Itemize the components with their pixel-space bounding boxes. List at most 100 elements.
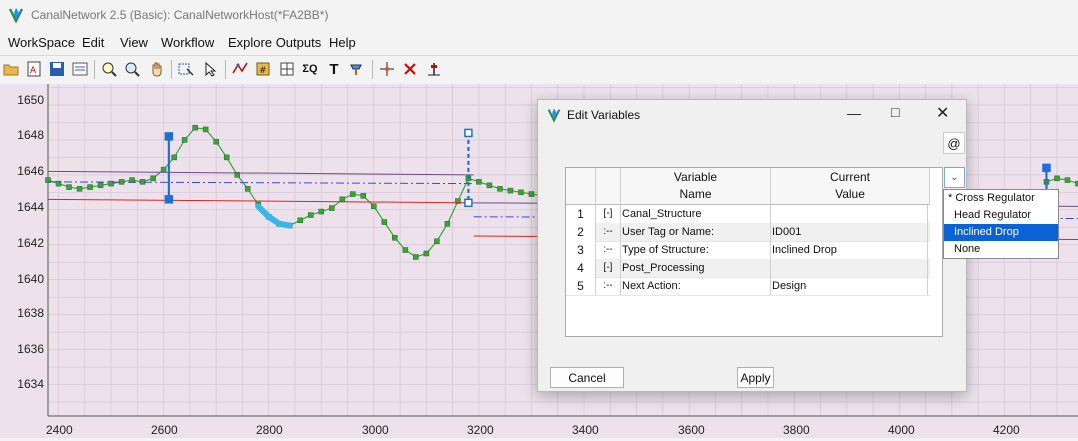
title-bar: CanalNetwork 2.5 (Basic): CanalNetworkHo… [0, 0, 1078, 31]
data-point [476, 179, 481, 184]
data-point [392, 235, 397, 240]
variable-value[interactable]: Design [772, 277, 928, 295]
data-point [308, 213, 313, 218]
column-header-current-value[interactable]: Current Value [771, 168, 930, 205]
variable-name: User Tag or Name: [622, 223, 771, 241]
data-point [382, 220, 387, 225]
new-doc-icon[interactable]: A [24, 59, 44, 79]
data-point [434, 239, 439, 244]
tree-toggle[interactable]: [-] [596, 205, 621, 223]
sigma-icon[interactable]: ΣQ [300, 59, 320, 79]
menu-explore-outputs[interactable]: Explore Outputs [228, 35, 321, 50]
pointer-icon[interactable] [200, 59, 220, 79]
data-point [224, 155, 229, 160]
x-tick-label: 2600 [151, 423, 178, 437]
dropdown-option[interactable]: Head Regulator [944, 207, 1058, 224]
data-point [319, 209, 324, 214]
data-point [329, 206, 334, 211]
dropdown-option-selected[interactable]: Inclined Drop [944, 224, 1058, 241]
menu-workspace[interactable]: WorkSpace [8, 35, 75, 50]
dropdown-option[interactable]: * Cross Regulator [944, 190, 1058, 207]
toolbar-separator [94, 60, 95, 79]
data-point [67, 185, 72, 190]
crosshair-icon[interactable] [377, 59, 397, 79]
app-logo-icon [546, 107, 562, 123]
data-point [371, 204, 376, 209]
delete-point-icon[interactable] [400, 59, 420, 79]
close-icon[interactable]: ✕ [936, 103, 949, 123]
edit-profile-icon[interactable] [230, 59, 250, 79]
x-tick-label: 3600 [678, 423, 705, 437]
data-point [340, 197, 345, 202]
x-tick-label: 2800 [256, 423, 283, 437]
maximize-icon[interactable]: □ [891, 104, 899, 120]
y-tick-label: 1640 [10, 272, 44, 286]
toolbar-separator [372, 60, 373, 79]
properties-icon[interactable] [70, 59, 90, 79]
pan-hand-icon[interactable] [147, 59, 167, 79]
variable-value[interactable] [772, 259, 928, 277]
structure-type-dropdown[interactable]: * Cross Regulator Head Regulator Incline… [943, 189, 1059, 259]
data-point [413, 254, 418, 259]
menu-bar: WorkSpace Edit View Workflow Explore Out… [0, 31, 1078, 53]
zoom-icon[interactable] [122, 59, 142, 79]
marker-icon[interactable] [424, 59, 444, 79]
row-number: 3 [566, 241, 596, 259]
y-tick-label: 1636 [10, 342, 44, 356]
header-text: Name [621, 186, 770, 203]
y-tick-label: 1642 [10, 236, 44, 250]
table-row[interactable]: 2 :-- User Tag or Name: ID001 [566, 223, 930, 242]
data-point [182, 137, 187, 142]
table-row[interactable]: 4 [-] Post_Processing [566, 259, 930, 278]
y-tick-label: 1648 [10, 128, 44, 142]
tree-branch: :-- [596, 241, 621, 259]
at-button[interactable]: @ [943, 132, 965, 154]
menu-help[interactable]: Help [329, 35, 356, 50]
x-tick-label: 3200 [467, 423, 494, 437]
dropdown-option[interactable]: None [944, 241, 1058, 258]
cancel-button[interactable]: Cancel [550, 367, 624, 388]
table-row[interactable]: 1 [-] Canal_Structure [566, 205, 930, 224]
data-point [1065, 178, 1070, 183]
minimize-icon[interactable]: — [847, 105, 861, 121]
svg-text:#: # [259, 66, 267, 76]
grid-icon[interactable] [277, 59, 297, 79]
dropdown-toggle[interactable]: ⌄ [944, 167, 965, 188]
variable-value[interactable] [772, 205, 928, 223]
toolbar: A # ΣQ T [0, 55, 1078, 84]
y-tick-label: 1650 [10, 93, 44, 107]
variable-name: Type of Structure: [622, 241, 771, 259]
chevron-down-icon: ⌄ [950, 172, 958, 183]
table-row[interactable]: 5 :-- Next Action: Design [566, 277, 930, 296]
text-icon[interactable]: T [324, 59, 344, 79]
variable-name: Post_Processing [622, 259, 771, 277]
data-point [518, 190, 523, 195]
select-icon[interactable] [176, 59, 196, 79]
y-tick-label: 1634 [10, 377, 44, 391]
variable-value[interactable]: Inclined Drop [772, 241, 928, 259]
apply-button[interactable]: Apply [737, 367, 774, 388]
zoom-in-icon[interactable] [99, 59, 119, 79]
paint-icon[interactable] [347, 59, 367, 79]
svg-text:A: A [30, 66, 37, 76]
column-header-variable-name[interactable]: Variable Name [621, 168, 771, 205]
variable-value[interactable]: ID001 [772, 223, 928, 241]
save-icon[interactable] [47, 59, 67, 79]
menu-edit[interactable]: Edit [82, 35, 104, 50]
x-tick-label: 3800 [783, 423, 810, 437]
calculate-icon[interactable]: # [253, 59, 273, 79]
menu-workflow[interactable]: Workflow [161, 35, 214, 50]
menu-view[interactable]: View [120, 35, 148, 50]
data-point [214, 139, 219, 144]
x-tick-label: 3400 [572, 423, 599, 437]
table-row[interactable]: 3 :-- Type of Structure: Inclined Drop [566, 241, 930, 260]
tree-branch: :-- [596, 223, 621, 241]
data-point [77, 186, 82, 191]
y-tick-label: 1638 [10, 306, 44, 320]
tree-toggle[interactable]: [-] [596, 259, 621, 277]
data-point [497, 186, 502, 191]
open-folder-icon[interactable] [1, 59, 21, 79]
data-point [193, 125, 198, 130]
variable-name: Canal_Structure [622, 205, 771, 223]
structure-handle [165, 196, 172, 203]
